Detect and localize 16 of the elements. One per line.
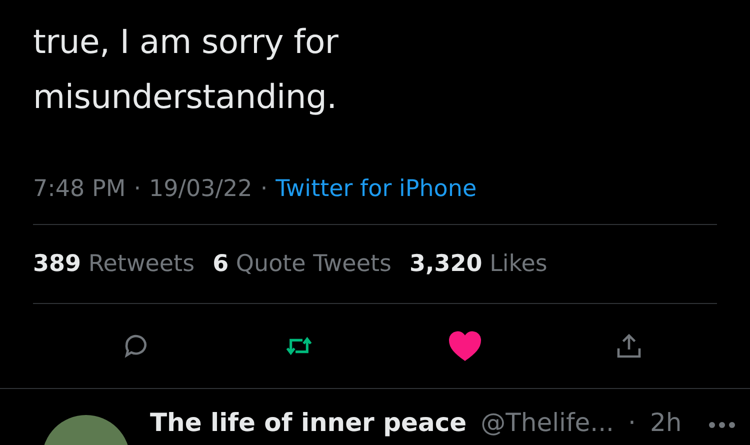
separator-dot: · <box>260 176 268 202</box>
source-link[interactable]: Twitter for iPhone <box>276 176 477 202</box>
separator-dot: · <box>628 407 636 439</box>
tweet-text-line: true, I am sorry for <box>33 21 340 63</box>
tweet-text-line: misunderstanding. <box>33 76 338 118</box>
stat-link[interactable]: 6 Quote Tweets <box>212 251 392 277</box>
author-handle: @Thelife... <box>480 407 614 439</box>
heart-icon[interactable] <box>448 331 481 361</box>
author-name: The life of inner peace <box>150 407 467 439</box>
more-icon[interactable] <box>708 421 736 429</box>
stat-link[interactable]: 3,320 Likes <box>409 251 548 277</box>
separator-dot: · <box>134 176 141 202</box>
tweet-date: 19/03/22 <box>149 176 252 202</box>
tweet-time: 7:48 PM <box>33 176 126 202</box>
stat-link[interactable]: 389 Retweets <box>33 251 195 277</box>
tweet-age: 2h <box>650 407 682 439</box>
